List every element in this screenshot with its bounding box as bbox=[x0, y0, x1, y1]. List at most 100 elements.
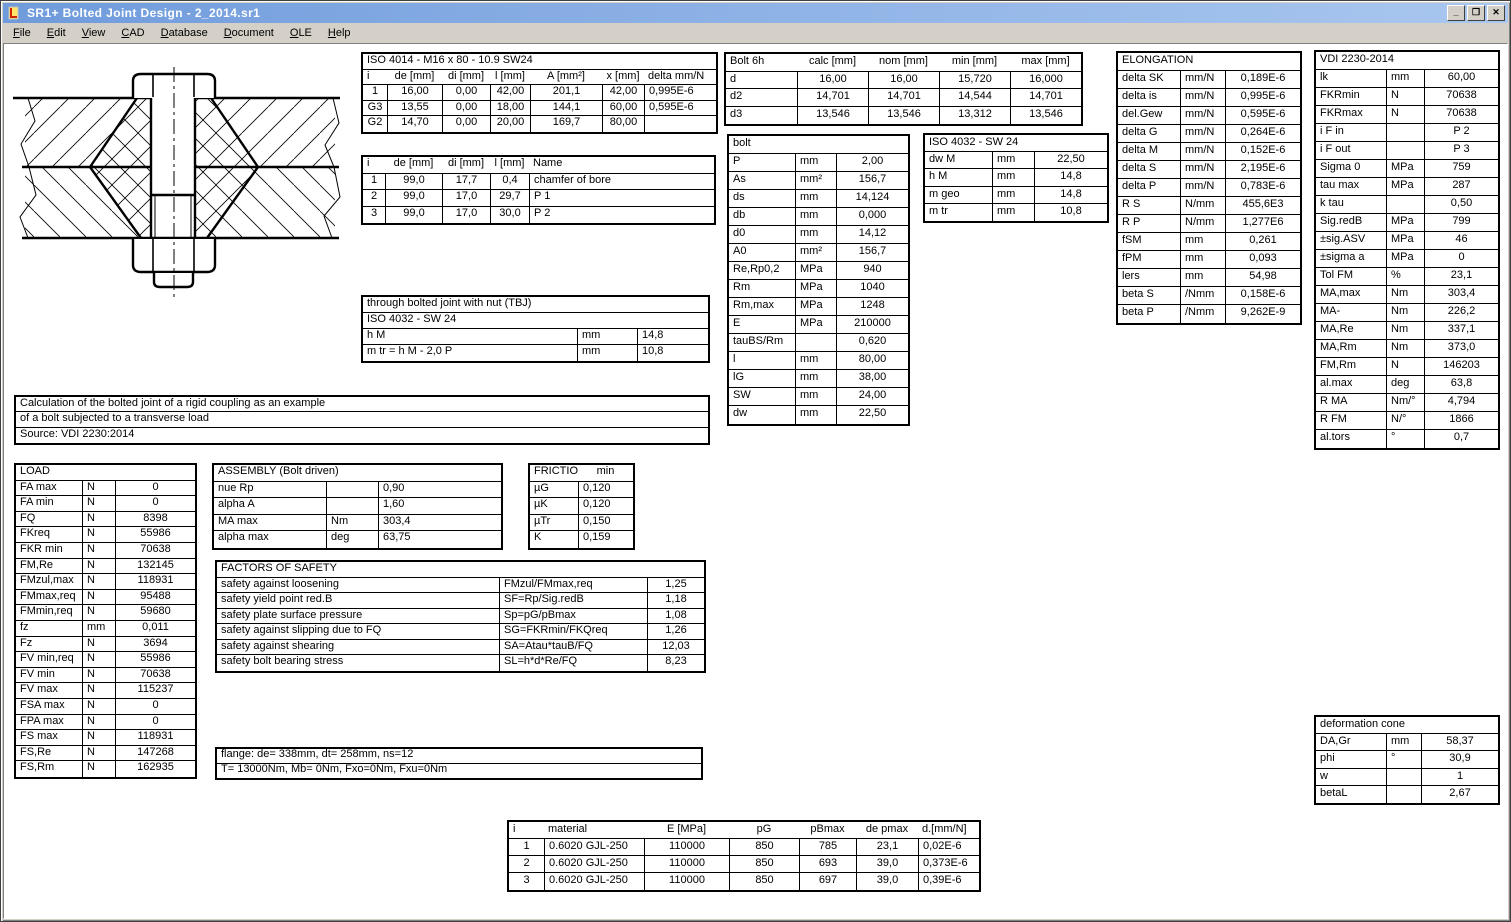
cell: tau max bbox=[1316, 178, 1386, 195]
cell: 0,7 bbox=[1424, 430, 1498, 448]
table-row: del.Gewmm/N0,595E-6 bbox=[1118, 107, 1300, 125]
table-row: fSMmm0,261 bbox=[1118, 233, 1300, 251]
cell: 9,262E-9 bbox=[1225, 305, 1300, 323]
menu-item-view[interactable]: View bbox=[74, 25, 114, 41]
cell: µK bbox=[530, 498, 578, 514]
table-row: d214,70114,70114,54414,701 bbox=[726, 89, 1081, 107]
cell: SG=FKRmin/FKQreq bbox=[499, 624, 647, 639]
cell: 799 bbox=[1424, 214, 1498, 231]
cell: 13,546 bbox=[797, 107, 868, 125]
cell: P bbox=[729, 154, 795, 171]
cell: µG bbox=[530, 482, 578, 498]
cell: ISO 4014 - M16 x 80 - 10.9 SW24 bbox=[363, 54, 716, 69]
table-row: safety against slipping due to FQSG=FKRm… bbox=[217, 624, 704, 640]
cell: Nm bbox=[1386, 322, 1424, 339]
cell: FS,Re bbox=[16, 746, 82, 761]
menu-item-document[interactable]: Document bbox=[216, 25, 282, 41]
menu-item-file[interactable]: File bbox=[5, 25, 39, 41]
table-row: FKRminN70638 bbox=[1316, 88, 1498, 106]
cell: pG bbox=[729, 822, 799, 838]
table-row: Tol FM%23,1 bbox=[1316, 268, 1498, 286]
minimize-button-icon[interactable]: _ bbox=[1447, 5, 1465, 21]
cell: 0 bbox=[1424, 250, 1498, 267]
cell: 30,0 bbox=[490, 207, 529, 224]
table-row: FMzul,maxN118931 bbox=[16, 574, 195, 590]
cell: delta P bbox=[1118, 179, 1180, 196]
table-row: delta Pmm/N0,783E-6 bbox=[1118, 179, 1300, 197]
cell: Calculation of the bolted joint of a rig… bbox=[16, 397, 708, 411]
cell: of a bolt subjected to a transverse load bbox=[16, 412, 708, 426]
cell: N bbox=[82, 605, 115, 620]
cell: 60,00 bbox=[602, 101, 644, 116]
menu-item-cad[interactable]: CAD bbox=[113, 25, 152, 41]
cell: deg bbox=[326, 531, 378, 548]
cell: ° bbox=[1386, 430, 1424, 448]
table-row: al.tors°0,7 bbox=[1316, 430, 1498, 448]
table-row: 199,017,70,4chamfer of bore bbox=[363, 174, 714, 191]
maximize-button-icon[interactable]: ❐ bbox=[1467, 5, 1485, 21]
table-row: FS,RmN162935 bbox=[16, 761, 195, 777]
cell: R MA bbox=[1316, 394, 1386, 411]
cell bbox=[1386, 196, 1424, 213]
cell: safety bolt bearing stress bbox=[217, 655, 499, 671]
table-row: dw Mmm22,50 bbox=[925, 152, 1107, 169]
cell: 63,8 bbox=[1424, 376, 1498, 393]
cell: T= 13000Nm, Mb= 0Nm, Fxo=0Nm, Fxu=0Nm bbox=[217, 764, 701, 779]
cell: FKreq bbox=[16, 527, 82, 542]
bolt-shank bbox=[151, 98, 195, 238]
cell: MA- bbox=[1316, 304, 1386, 321]
cell: SL=h*d*Re/FQ bbox=[499, 655, 647, 671]
cell: FRICTION bbox=[530, 465, 578, 481]
title-bar[interactable]: SR1+ Bolted Joint Design - 2_2014.sr1 _ … bbox=[3, 3, 1508, 23]
cell: dw bbox=[729, 406, 795, 424]
menu-item-ole[interactable]: OLE bbox=[282, 25, 320, 41]
close-button-icon[interactable]: ✕ bbox=[1487, 5, 1505, 21]
cell: FQ bbox=[16, 512, 82, 527]
cell: MPa bbox=[795, 298, 836, 315]
cell: 17,0 bbox=[442, 190, 490, 206]
table-row: i F outP 3 bbox=[1316, 142, 1498, 160]
cell: pBmax bbox=[799, 822, 856, 838]
cell: 8398 bbox=[115, 512, 195, 527]
table-row: safety yield point red.BSF=Rp/Sig.redB1,… bbox=[217, 593, 704, 609]
table-row: T= 13000Nm, Mb= 0Nm, Fxo=0Nm, Fxu=0Nm bbox=[217, 764, 701, 779]
table-row: w1 bbox=[1316, 769, 1498, 786]
cell: db bbox=[729, 208, 795, 225]
table-row: beta S/Nmm0,158E-6 bbox=[1118, 287, 1300, 305]
cell: N/mm bbox=[1180, 197, 1225, 214]
cell: 70638 bbox=[1424, 88, 1498, 105]
table-row: FKreqN55986 bbox=[16, 527, 195, 543]
cell: mm bbox=[795, 208, 836, 225]
cell: mm/N bbox=[1180, 143, 1225, 160]
cell: 70638 bbox=[115, 543, 195, 558]
cell: m tr = h M - 2,0 P bbox=[363, 345, 577, 361]
cell: mm/N bbox=[1180, 125, 1225, 142]
cell: 110000 bbox=[644, 856, 729, 872]
cell: 0,90 bbox=[378, 482, 501, 498]
menu-item-edit[interactable]: Edit bbox=[39, 25, 74, 41]
cell: N bbox=[1386, 88, 1424, 105]
cell: N bbox=[82, 683, 115, 698]
cell: h M bbox=[363, 329, 577, 344]
cell: G2 bbox=[363, 116, 387, 132]
table-row: 116,000,0042,00201,142,000,995E-6 bbox=[363, 85, 716, 101]
cell: mm bbox=[82, 621, 115, 636]
cell: 0 bbox=[115, 481, 195, 496]
menu-item-database[interactable]: Database bbox=[153, 25, 216, 41]
cell: SF=Rp/Sig.redB bbox=[499, 593, 647, 608]
menu-item-help[interactable]: Help bbox=[320, 25, 359, 41]
cell: P 1 bbox=[529, 190, 714, 206]
cell: MA,Re bbox=[1316, 322, 1386, 339]
cell: delta S bbox=[1118, 161, 1180, 178]
cell: max [mm] bbox=[1010, 54, 1081, 71]
table-row: FA maxN0 bbox=[16, 481, 195, 497]
cell: 2 bbox=[363, 190, 385, 206]
cell: nue Rp bbox=[214, 482, 326, 498]
cell: 39,0 bbox=[856, 873, 918, 890]
cell: N bbox=[82, 761, 115, 777]
cell: mm bbox=[795, 406, 836, 424]
table-row: G313,550,0018,00144,160,000,595E-6 bbox=[363, 101, 716, 117]
table-row: 30.6020 GJL-25011000085069739,00,39E-6 bbox=[509, 873, 979, 890]
cell: 1,277E6 bbox=[1225, 215, 1300, 232]
cell: mm² bbox=[795, 172, 836, 189]
